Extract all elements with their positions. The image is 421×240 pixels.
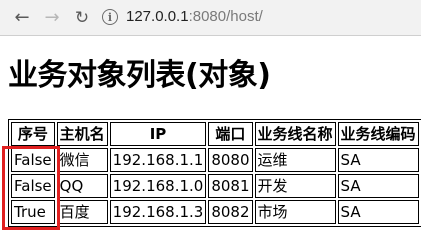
url-host: 127.0.0.1 bbox=[126, 8, 189, 25]
cell-port: 8081 bbox=[208, 174, 253, 198]
cell-hostname: 百度 bbox=[56, 200, 108, 224]
column-header-hostname: 主机名 bbox=[56, 122, 108, 146]
cell-business-line-name: 开发 bbox=[254, 174, 336, 198]
cell-ip: 192.168.1.0 bbox=[109, 174, 207, 198]
reload-button[interactable]: ↻ bbox=[72, 8, 92, 28]
column-header-ip: IP bbox=[109, 122, 207, 146]
reload-icon: ↻ bbox=[74, 8, 90, 28]
cell-ip: 192.168.1.1 bbox=[109, 148, 207, 172]
cell-hostname: QQ bbox=[56, 174, 108, 198]
cell-business-line-name: 市场 bbox=[254, 200, 336, 224]
cell-index: False bbox=[11, 174, 55, 198]
address-bar[interactable]: 127.0.0.1:8080/host/ bbox=[126, 7, 263, 27]
column-header-business-line-name: 业务线名称 bbox=[254, 122, 336, 146]
table-row: False 微信 192.168.1.1 8080 运维 SA bbox=[11, 148, 419, 172]
column-header-index: 序号 bbox=[11, 122, 55, 146]
arrow-right-icon: → bbox=[44, 7, 60, 28]
cell-hostname: 微信 bbox=[56, 148, 108, 172]
table-header-row: 序号 主机名 IP 端口 业务线名称 业务线编码 bbox=[11, 122, 419, 146]
cell-business-line-code: SA bbox=[337, 148, 419, 172]
cell-port: 8082 bbox=[208, 200, 253, 224]
cell-business-line-code: SA bbox=[337, 174, 419, 198]
forward-button[interactable]: → bbox=[42, 8, 62, 28]
cell-index: True bbox=[11, 200, 55, 224]
column-header-port: 端口 bbox=[208, 122, 253, 146]
arrow-left-icon: ← bbox=[14, 7, 30, 28]
cell-ip: 192.168.1.3 bbox=[109, 200, 207, 224]
table-row: True 百度 192.168.1.3 8082 市场 SA bbox=[11, 200, 419, 224]
cell-business-line-code: SA bbox=[337, 200, 419, 224]
browser-toolbar: ← → ↻ i 127.0.0.1:8080/host/ bbox=[0, 0, 421, 36]
cell-business-line-name: 运维 bbox=[254, 148, 336, 172]
info-icon[interactable]: i bbox=[102, 9, 118, 25]
page-title: 业务对象列表(对象) bbox=[8, 58, 271, 93]
cell-index: False bbox=[11, 148, 55, 172]
business-object-table: 序号 主机名 IP 端口 业务线名称 业务线编码 False 微信 192.16… bbox=[8, 119, 421, 227]
url-path: :8080/host/ bbox=[188, 8, 263, 25]
column-header-business-line-code: 业务线编码 bbox=[337, 122, 419, 146]
back-button[interactable]: ← bbox=[12, 8, 32, 28]
cell-port: 8080 bbox=[208, 148, 253, 172]
table-row: False QQ 192.168.1.0 8081 开发 SA bbox=[11, 174, 419, 198]
